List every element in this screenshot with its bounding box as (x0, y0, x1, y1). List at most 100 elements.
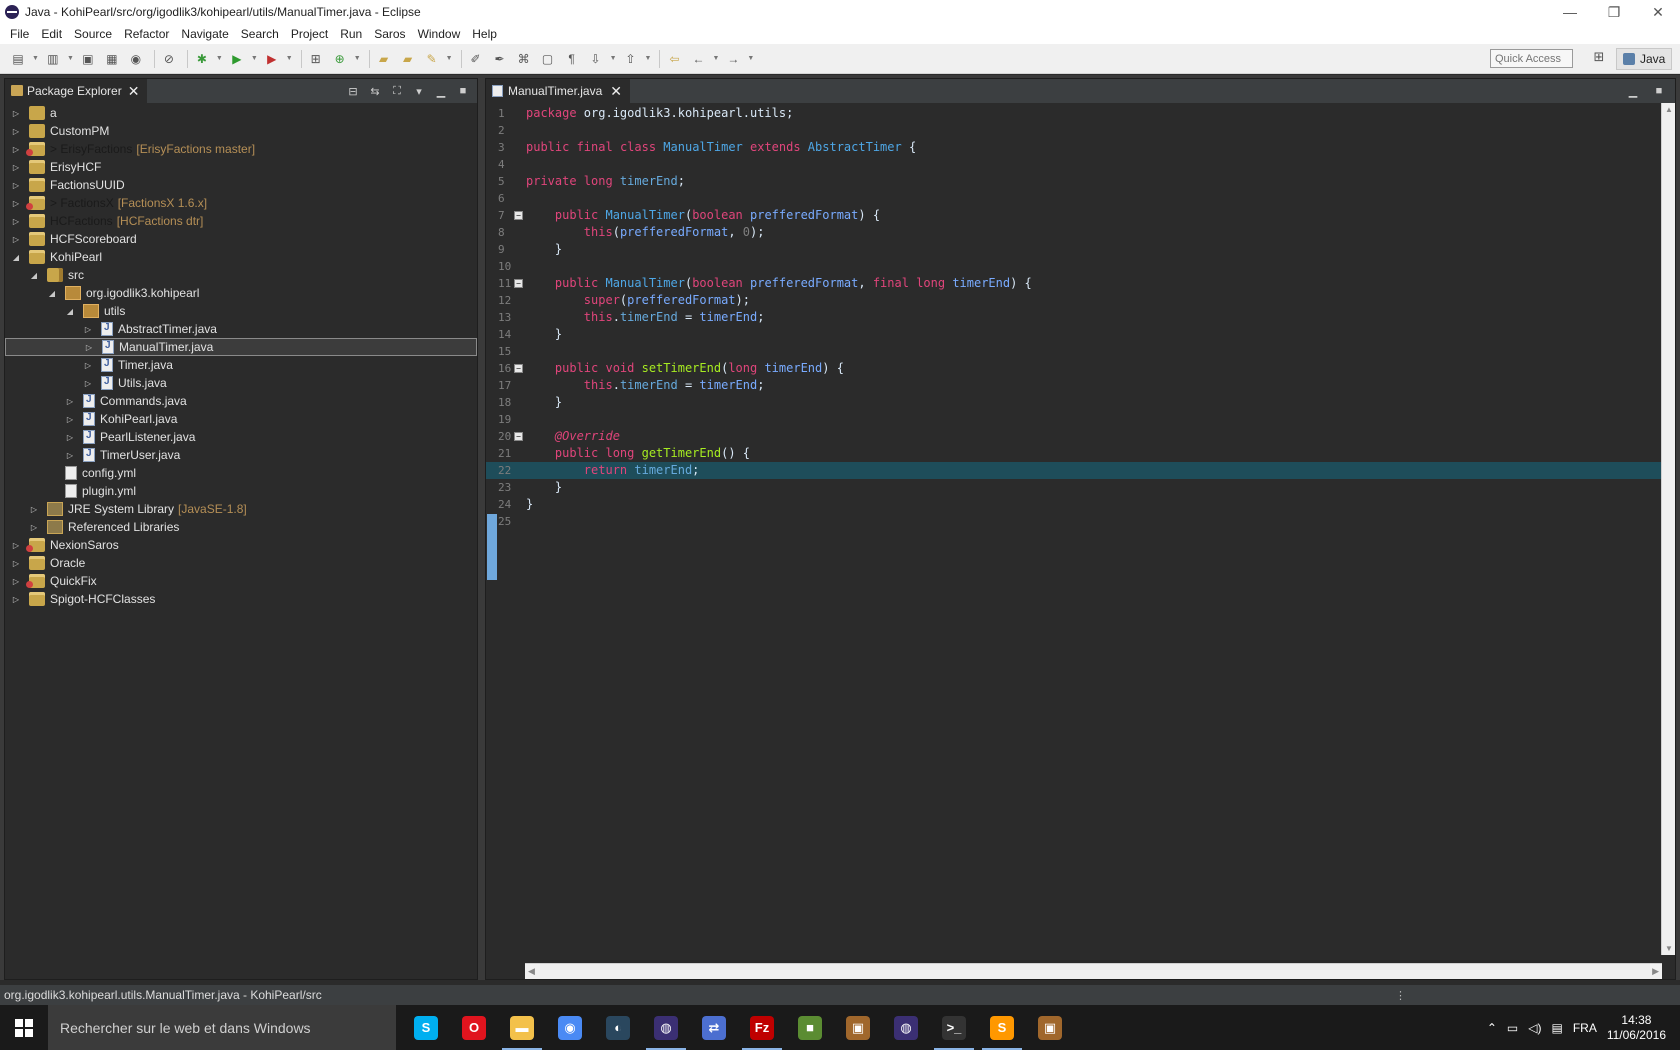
collapsed-arrow-icon[interactable]: ▷ (11, 540, 21, 550)
collapsed-arrow-icon[interactable]: ▷ (83, 324, 93, 334)
code-line[interactable]: 1 package org.igodlik3.kohipearl.utils; (486, 105, 1662, 122)
new-class-icon[interactable]: ⊕ (330, 49, 350, 69)
tree-item[interactable]: ▷ PearlListener.java (5, 428, 477, 446)
forward-icon[interactable]: → (723, 49, 743, 69)
new-icon[interactable]: ▤ (8, 49, 28, 69)
chevron-down-icon[interactable]: ▼ (216, 55, 223, 62)
new-java-project-icon[interactable]: ⊞ (306, 49, 326, 69)
chevron-down-icon[interactable]: ▼ (446, 55, 453, 62)
expanded-arrow-icon[interactable]: ◢ (11, 252, 21, 262)
collapsed-arrow-icon[interactable]: ▷ (11, 576, 21, 586)
open-folder-icon[interactable]: ▰ (374, 49, 394, 69)
show-hidden-icons-icon[interactable]: ⌃ (1487, 1021, 1497, 1035)
network-icon[interactable]: ▭ (1507, 1021, 1518, 1035)
quick-access-input[interactable] (1490, 49, 1573, 68)
taskbar-app[interactable]: ◐ (594, 1005, 642, 1050)
collapsed-arrow-icon[interactable]: ▷ (11, 126, 21, 136)
next-annotation-icon[interactable]: ⇩ (586, 49, 606, 69)
tree-item[interactable]: ◢ utils (5, 302, 477, 320)
maximize-view-icon[interactable]: ■ (455, 83, 471, 99)
collapsed-arrow-icon[interactable]: ▷ (65, 396, 75, 406)
collapsed-arrow-icon[interactable]: ▷ (11, 234, 21, 244)
collapsed-arrow-icon[interactable]: ▷ (65, 414, 75, 424)
focus-icon[interactable]: ⛶ (389, 83, 405, 99)
last-edit-icon[interactable]: ⇦ (664, 49, 684, 69)
collapsed-arrow-icon[interactable]: ▷ (65, 432, 75, 442)
expanded-arrow-icon[interactable]: ◢ (29, 270, 39, 280)
menu-file[interactable]: File (4, 27, 35, 41)
open-type-icon[interactable]: ▥ (43, 49, 63, 69)
code-line[interactable]: 9 } (486, 241, 1662, 258)
tree-item[interactable]: ▷ QuickFix (5, 572, 477, 590)
tree-item[interactable]: ▷ CustomPM (5, 122, 477, 140)
brush-icon[interactable]: ✎ (422, 49, 442, 69)
menu-window[interactable]: Window (412, 27, 467, 41)
code-line[interactable]: 8 this(prefferedFormat, 0); (486, 224, 1662, 241)
expanded-arrow-icon[interactable]: ◢ (65, 306, 75, 316)
taskbar-app[interactable]: O (450, 1005, 498, 1050)
code-line[interactable]: 25 (486, 513, 1662, 530)
horizontal-scrollbar[interactable]: ◀ ▶ (525, 963, 1662, 979)
paragraph-icon[interactable]: ¶ (562, 49, 582, 69)
open-task-icon[interactable]: ▰ (398, 49, 418, 69)
taskbar-app[interactable]: >_ (930, 1005, 978, 1050)
code-line[interactable]: 21 public long getTimerEnd() { (486, 445, 1662, 462)
tree-item[interactable]: ▷ > FactionsX [FactionsX 1.6.x] (5, 194, 477, 212)
code-line[interactable]: 12 super(prefferedFormat); (486, 292, 1662, 309)
language-indicator[interactable]: FRA (1573, 1021, 1597, 1035)
tree-item[interactable]: ◢ org.igodlik3.kohipearl (5, 284, 477, 302)
tree-item[interactable]: ▷ FactionsUUID (5, 176, 477, 194)
collapsed-arrow-icon[interactable]: ▷ (11, 594, 21, 604)
tree-item[interactable]: ▷ Commands.java (5, 392, 477, 410)
chevron-down-icon[interactable]: ▼ (251, 55, 258, 62)
menu-run[interactable]: Run (334, 27, 368, 41)
pen-icon[interactable]: ✒ (490, 49, 510, 69)
vertical-scrollbar[interactable]: ▲ ▼ (1661, 103, 1675, 955)
java-perspective-button[interactable]: Java (1616, 48, 1673, 70)
tree-item[interactable]: ▷ Referenced Libraries (5, 518, 477, 536)
close-icon[interactable]: ✕ (610, 83, 622, 100)
maximize-view-icon[interactable]: ■ (1651, 83, 1667, 99)
action-center-icon[interactable]: ▤ (1551, 1021, 1562, 1035)
restore-button[interactable]: ❐ (1592, 0, 1636, 24)
code-line[interactable]: 24} (486, 496, 1662, 513)
show-whitespace-icon[interactable]: ⌘ (514, 49, 534, 69)
tree-item[interactable]: ▷ > ErisyFactions [ErisyFactions master] (5, 140, 477, 158)
menu-help[interactable]: Help (466, 27, 503, 41)
taskbar-app[interactable]: Fz (738, 1005, 786, 1050)
collapsed-arrow-icon[interactable]: ▷ (11, 216, 21, 226)
taskbar-app[interactable]: ■ (786, 1005, 834, 1050)
code-line[interactable]: 16− public void setTimerEnd(long timerEn… (486, 360, 1662, 377)
tab-manualtimer-java[interactable]: ManualTimer.java ✕ (486, 79, 630, 103)
tree-item[interactable]: ▷ NexionSaros (5, 536, 477, 554)
close-window-button[interactable]: ✕ (1636, 0, 1680, 24)
code-line[interactable]: 3 public final class ManualTimer extends … (486, 139, 1662, 156)
run-icon[interactable]: ▶ (227, 49, 247, 69)
tree-item[interactable]: config.yml (5, 464, 477, 482)
taskbar-search[interactable]: Rechercher sur le web et dans Windows (48, 1005, 396, 1050)
menu-refactor[interactable]: Refactor (118, 27, 175, 41)
menu-project[interactable]: Project (285, 27, 334, 41)
skip-breakpoints-icon[interactable]: ⊘ (159, 49, 179, 69)
collapsed-arrow-icon[interactable]: ▷ (84, 342, 94, 352)
taskbar-app[interactable]: ◍ (882, 1005, 930, 1050)
collapsed-arrow-icon[interactable]: ▷ (11, 144, 21, 154)
taskbar-app[interactable]: ◍ (642, 1005, 690, 1050)
menu-saros[interactable]: Saros (368, 27, 411, 41)
save-all-icon[interactable]: ▦ (102, 49, 122, 69)
tree-item[interactable]: ▷ ManualTimer.java (5, 338, 477, 356)
code-line[interactable]: 23 } (486, 479, 1662, 496)
fold-toggle-icon[interactable]: − (514, 364, 523, 373)
code-line[interactable]: 13 this.timerEnd = timerEnd; (486, 309, 1662, 326)
collapsed-arrow-icon[interactable]: ▷ (11, 162, 21, 172)
external-tools-icon[interactable]: ▶ (262, 49, 282, 69)
taskbar-app[interactable]: ▬ (498, 1005, 546, 1050)
tree-item[interactable]: ▷ HCFactions [HCFactions dtr] (5, 212, 477, 230)
chevron-down-icon[interactable]: ▼ (32, 55, 39, 62)
taskbar-app[interactable]: ◉ (546, 1005, 594, 1050)
code-line[interactable]: 22 return timerEnd; (486, 462, 1662, 479)
fold-toggle-icon[interactable]: − (514, 279, 523, 288)
chevron-down-icon[interactable]: ▼ (712, 55, 719, 62)
menu-source[interactable]: Source (68, 27, 118, 41)
chevron-down-icon[interactable]: ▼ (747, 55, 754, 62)
